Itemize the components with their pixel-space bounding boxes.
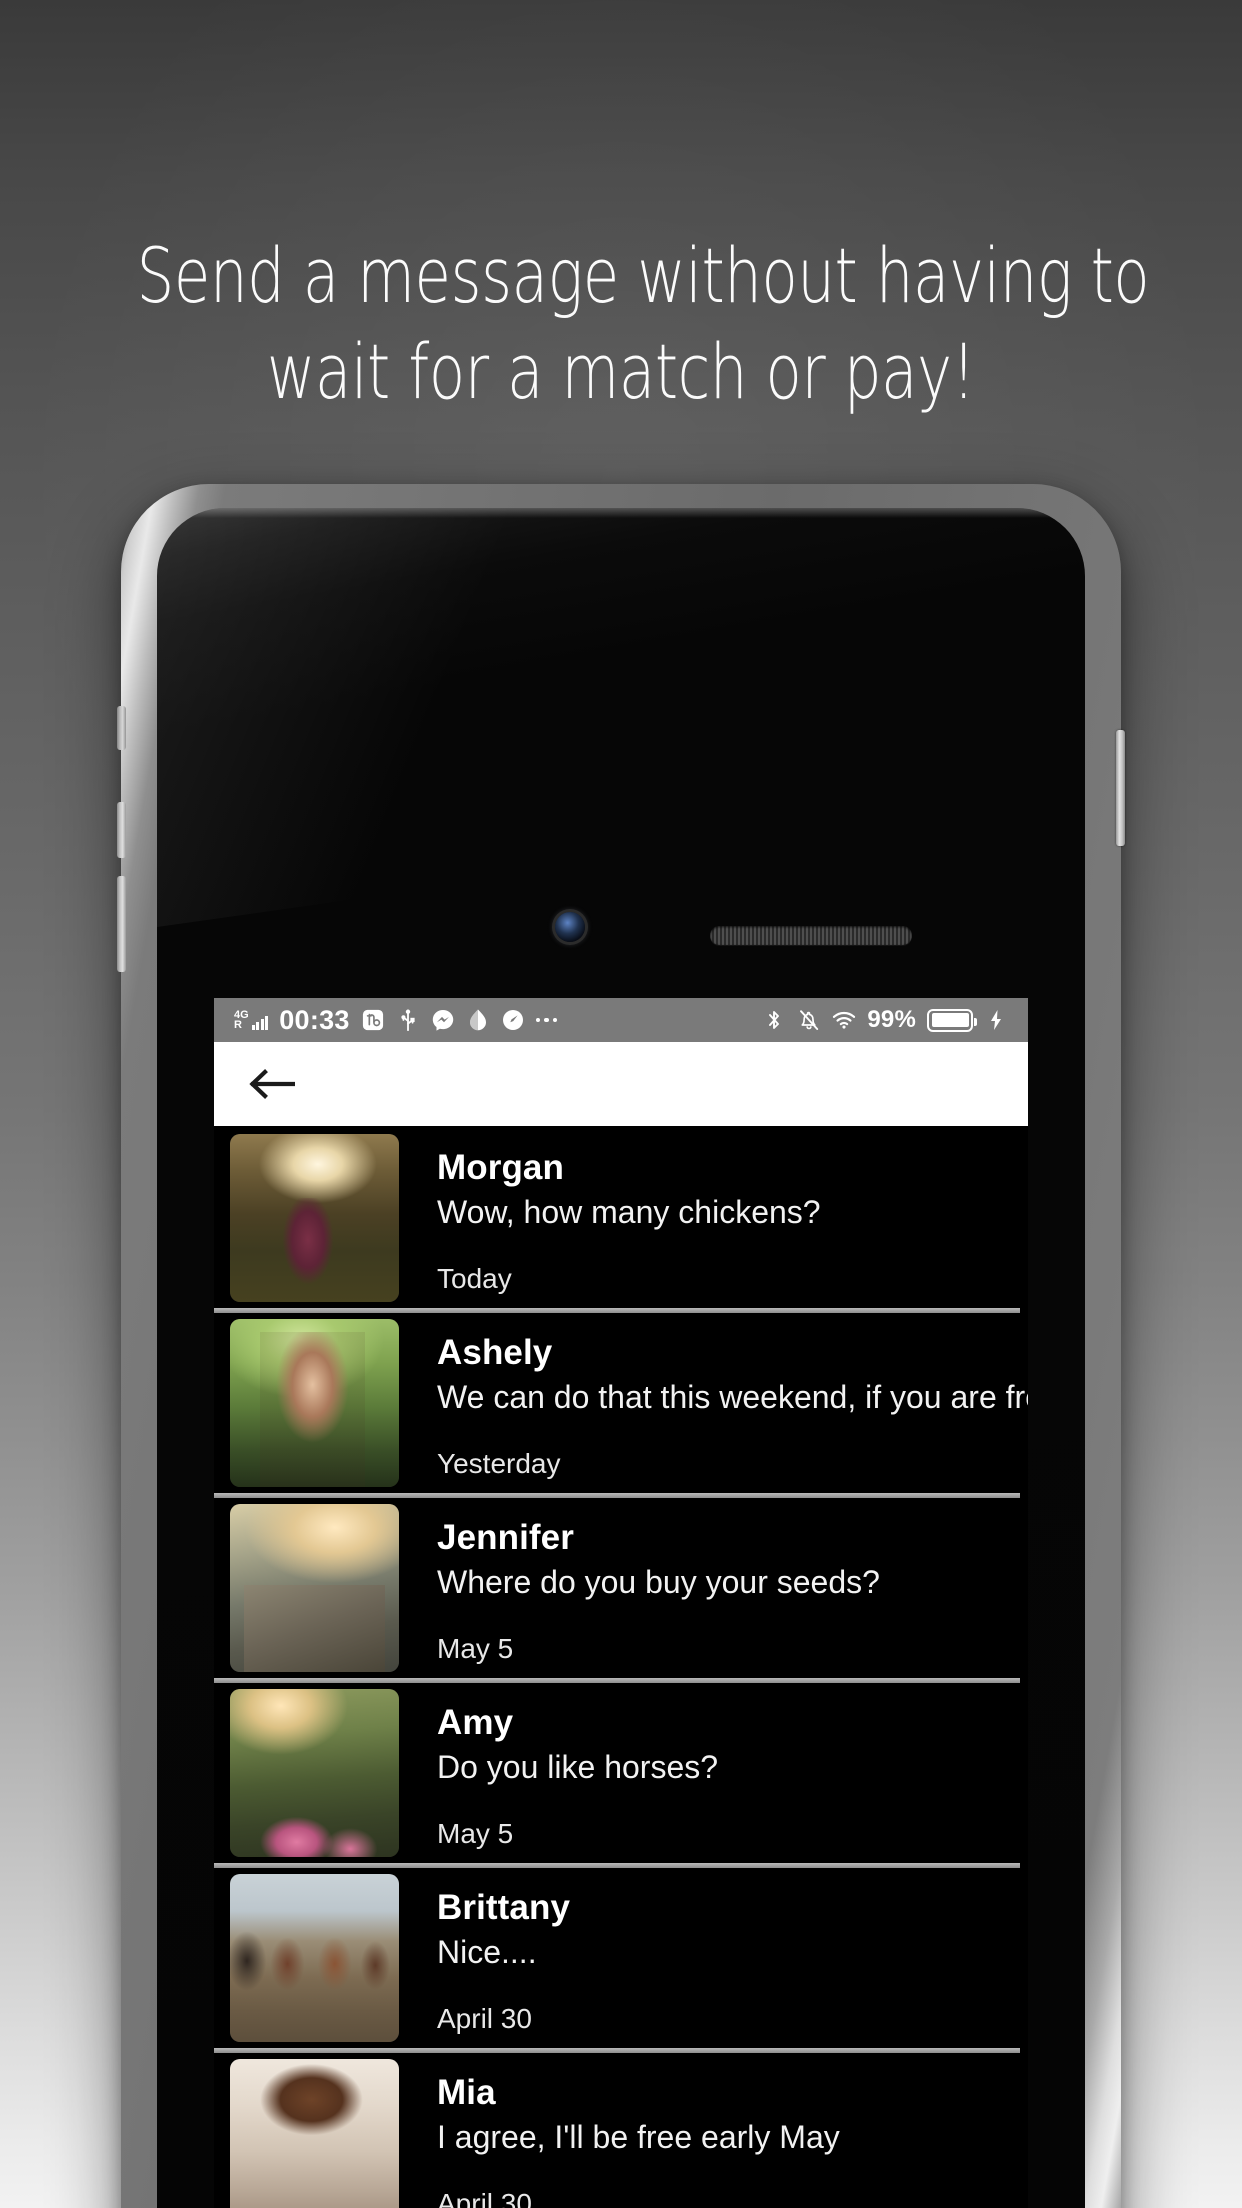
roaming-label: R: [234, 1019, 242, 1031]
conversation-meta: Ashely We can do that this weekend, if yo…: [399, 1319, 1028, 1496]
app-toolbar: [214, 1042, 1028, 1126]
charging-bolt-icon: [984, 1008, 1008, 1032]
marketing-headline: Send a message without having to wait fo…: [136, 228, 1150, 420]
last-message: I agree, I'll be free early May: [437, 2119, 840, 2156]
front-camera-icon: [555, 912, 585, 942]
conversation-row[interactable]: Brittany Nice.... April 30: [214, 1863, 1028, 2051]
bluetooth-icon: [762, 1008, 786, 1032]
contact-name: Ashely: [437, 1333, 553, 1372]
contact-name: Morgan: [437, 1148, 564, 1187]
phone-screen: 4G R 00:33 99% Morgan Wow, how many chic…: [214, 998, 1028, 2208]
volume-up-button[interactable]: [117, 802, 126, 858]
app-droplet-icon: [466, 1008, 490, 1032]
contact-name: Amy: [437, 1703, 514, 1742]
headline-line-1: Send a message without having to: [136, 231, 1150, 320]
mute-switch[interactable]: [117, 706, 126, 750]
avatar: [230, 1319, 399, 1487]
conversation-row[interactable]: Mia I agree, I'll be free early May April …: [214, 2048, 1028, 2208]
power-button[interactable]: [1116, 730, 1125, 846]
last-message: Where do you buy your seeds?: [437, 1564, 880, 1601]
status-clock: 00:33: [279, 1004, 350, 1035]
conversation-meta: Amy Do you like horses? May 5: [399, 1689, 1028, 1866]
battery-icon: [927, 1008, 977, 1032]
conversation-row[interactable]: Jennifer Where do you buy your seeds? May …: [214, 1493, 1028, 1681]
avatar: [230, 1504, 399, 1672]
battery-percent-label: 99%: [867, 1006, 916, 1033]
back-arrow-icon[interactable]: [248, 1060, 296, 1108]
usb-debug-icon: [361, 1008, 385, 1032]
avatar: [230, 2059, 399, 2208]
signal-4g-icon: 4G R: [234, 1009, 269, 1031]
messenger-icon: [431, 1008, 455, 1032]
status-bar: 4G R 00:33 99%: [214, 998, 1028, 1042]
conversation-meta: Jennifer Where do you buy your seeds? May …: [399, 1504, 1028, 1681]
avatar: [230, 1134, 399, 1302]
last-message: Nice....: [437, 1934, 537, 1971]
conversation-meta: Morgan Wow, how many chickens? Today: [399, 1134, 1028, 1311]
conversation-meta: Mia I agree, I'll be free early May April …: [399, 2059, 1028, 2208]
message-date: May 5: [437, 1818, 514, 1849]
conversation-meta: Brittany Nice.... April 30: [399, 1874, 1028, 2051]
speedometer-icon: [501, 1008, 525, 1032]
contact-name: Mia: [437, 2073, 496, 2112]
headline-line-2: wait for a match or pay!: [266, 326, 976, 416]
status-bar-left: 4G R 00:33: [234, 1004, 762, 1035]
phone-mockup: 4G R 00:33 99% Morgan Wow, how many chic…: [117, 484, 1125, 2208]
wifi-icon: [832, 1008, 856, 1032]
last-message: Wow, how many chickens?: [437, 1194, 821, 1231]
conversation-row[interactable]: Amy Do you like horses? May 5: [214, 1678, 1028, 1866]
message-date: May 5: [437, 1633, 514, 1664]
conversation-list[interactable]: Morgan Wow, how many chickens? Today Ashely…: [214, 1126, 1028, 2208]
earpiece-speaker-icon: [710, 926, 912, 945]
bezel-glare: [157, 508, 669, 934]
last-message: We can do that this weekend, if you are …: [437, 1379, 1028, 1416]
message-date: April 30: [437, 2188, 532, 2208]
avatar: [230, 1874, 399, 2042]
conversation-row[interactable]: Morgan Wow, how many chickens? Today: [214, 1126, 1028, 1311]
contact-name: Jennifer: [437, 1518, 574, 1557]
message-date: April 30: [437, 2003, 532, 2034]
more-dots-icon: [535, 1017, 558, 1023]
message-date: Today: [437, 1263, 512, 1294]
usb-icon: [396, 1008, 420, 1032]
status-bar-right: 99%: [762, 1006, 1008, 1034]
last-message: Do you like horses?: [437, 1749, 719, 1786]
message-date: Yesterday: [437, 1448, 561, 1479]
contact-name: Brittany: [437, 1888, 571, 1927]
avatar: [230, 1689, 399, 1857]
mute-bell-icon: [797, 1008, 821, 1032]
conversation-row[interactable]: Ashely We can do that this weekend, if yo…: [214, 1308, 1028, 1496]
volume-down-button[interactable]: [117, 876, 126, 972]
